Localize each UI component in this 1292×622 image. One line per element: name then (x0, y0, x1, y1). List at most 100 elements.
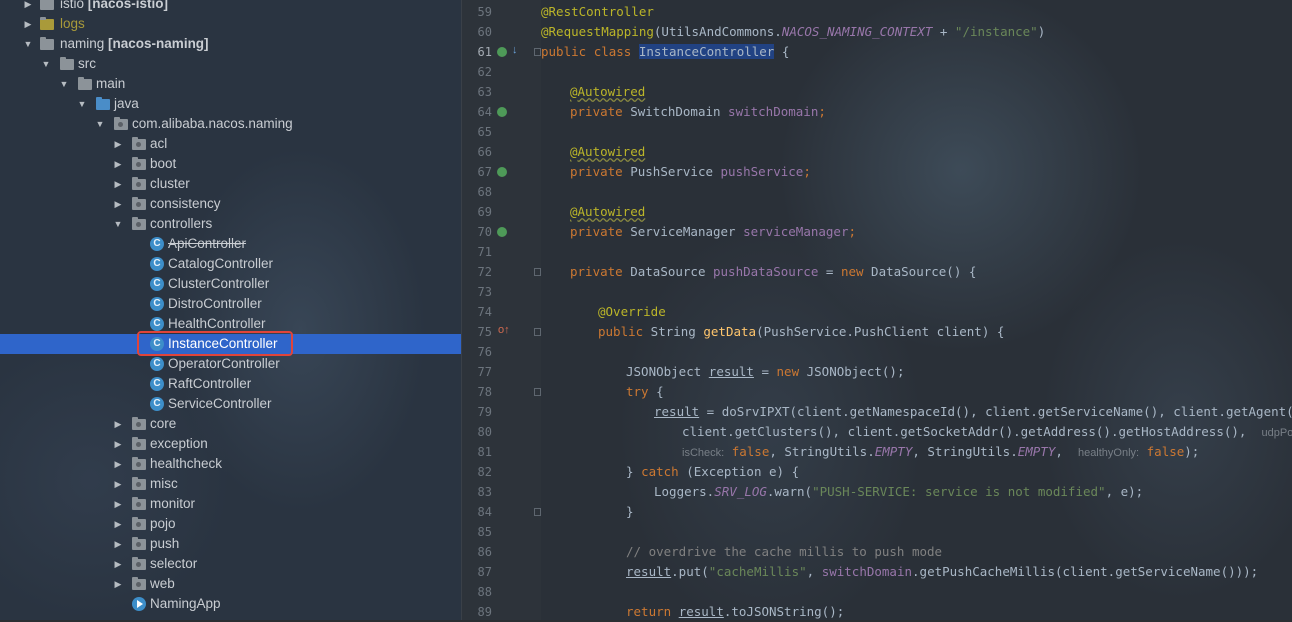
tree-item-src[interactable]: ▼ src (0, 54, 461, 74)
fold-marker-icon[interactable] (534, 328, 541, 336)
tree-item-api-controller[interactable]: C ApiController (0, 234, 461, 254)
code-line-67: private PushService pushService; (570, 162, 811, 182)
code-line-60: @RequestMapping(UtilsAndCommons.NACOS_NA… (541, 22, 1045, 42)
fold-marker-icon[interactable] (534, 508, 541, 516)
expanded-arrow-icon[interactable]: ▼ (22, 34, 34, 54)
expanded-arrow-icon[interactable]: ▼ (76, 94, 88, 114)
module-name: [nacos-istio] (88, 0, 168, 11)
collapsed-arrow-icon[interactable]: ▶ (112, 454, 124, 474)
tree-item-service-controller[interactable]: C ServiceController (0, 394, 461, 414)
package-icon (132, 199, 146, 210)
tree-item-cluster[interactable]: ▶ cluster (0, 174, 461, 194)
code-line-59: @RestController (541, 2, 654, 22)
string-literal: "/instance" (955, 24, 1038, 39)
tree-item-label: DistroController (168, 294, 262, 314)
collapsed-arrow-icon[interactable]: ▶ (112, 494, 124, 514)
class-icon: C (150, 357, 164, 371)
fold-marker-icon[interactable] (534, 48, 541, 56)
collapsed-arrow-icon[interactable]: ▶ (112, 414, 124, 434)
tree-item-operator-controller[interactable]: C OperatorController (0, 354, 461, 374)
tree-item-logs[interactable]: ▶ logs (0, 14, 461, 34)
collapsed-arrow-icon[interactable]: ▶ (112, 134, 124, 154)
fold-marker-icon[interactable] (534, 268, 541, 276)
tree-item-main[interactable]: ▼ main (0, 74, 461, 94)
tree-item-java[interactable]: ▼ java (0, 94, 461, 114)
code-editor[interactable]: @RestController @RequestMapping(UtilsAnd… (541, 0, 1292, 620)
expanded-arrow-icon[interactable]: ▼ (40, 54, 52, 74)
tree-item-misc[interactable]: ▶ misc (0, 474, 461, 494)
line-number: 87 (462, 562, 492, 582)
tree-item-push[interactable]: ▶ push (0, 534, 461, 554)
collapsed-arrow-icon[interactable]: ▶ (22, 0, 34, 14)
autowired-bean-icon[interactable] (497, 167, 507, 177)
line-number: 86 (462, 542, 492, 562)
keyword: new (777, 364, 800, 379)
class-icon: C (150, 297, 164, 311)
collapsed-arrow-icon[interactable]: ▶ (112, 514, 124, 534)
code-line-75: public String getData(PushService.PushCl… (598, 322, 1004, 342)
tree-item-naming-app[interactable]: NamingApp (0, 594, 461, 614)
code-line-69: @Autowired (570, 202, 645, 222)
expanded-arrow-icon[interactable]: ▼ (58, 74, 70, 94)
tree-item-core[interactable]: ▶ core (0, 414, 461, 434)
variable: result (679, 604, 724, 619)
expanded-arrow-icon[interactable]: ▼ (112, 214, 124, 234)
collapsed-arrow-icon[interactable]: ▶ (112, 534, 124, 554)
line-number: 81 (462, 442, 492, 462)
line-number: 76 (462, 342, 492, 362)
highlight-annotation-box (137, 331, 293, 356)
tree-item-package-naming[interactable]: ▼ com.alibaba.nacos.naming (0, 114, 461, 134)
tree-item-healthcheck[interactable]: ▶ healthcheck (0, 454, 461, 474)
code-token: } (626, 504, 634, 519)
tree-item-raft-controller[interactable]: C RaftController (0, 374, 461, 394)
collapsed-arrow-icon[interactable]: ▶ (112, 474, 124, 494)
implemented-marker-icon[interactable]: ↓ (512, 44, 518, 56)
tree-item-catalog-controller[interactable]: C CatalogController (0, 254, 461, 274)
tree-item-label: NamingApp (150, 594, 221, 614)
fold-marker-icon[interactable] (534, 388, 541, 396)
tree-item-consistency[interactable]: ▶ consistency (0, 194, 461, 214)
keyword: new (841, 264, 864, 279)
line-number: 74 (462, 302, 492, 322)
spring-bean-icon[interactable] (497, 47, 507, 57)
tree-item-naming[interactable]: ▼ naming [nacos-naming] (0, 34, 461, 54)
line-number: 80 (462, 422, 492, 442)
tree-item-label: RaftController (168, 374, 251, 394)
autowired-bean-icon[interactable] (497, 107, 507, 117)
collapsed-arrow-icon[interactable]: ▶ (112, 434, 124, 454)
line-number: 69 (462, 202, 492, 222)
tree-item-controllers[interactable]: ▼ controllers (0, 214, 461, 234)
tree-item-label: src (78, 54, 96, 74)
keyword: false (1147, 444, 1185, 459)
tree-item-distro-controller[interactable]: C DistroController (0, 294, 461, 314)
tree-item-cluster-controller[interactable]: C ClusterController (0, 274, 461, 294)
tree-item-boot[interactable]: ▶ boot (0, 154, 461, 174)
collapsed-arrow-icon[interactable]: ▶ (112, 574, 124, 594)
tree-item-label: java (114, 94, 139, 114)
collapsed-arrow-icon[interactable]: ▶ (112, 194, 124, 214)
collapsed-arrow-icon[interactable]: ▶ (112, 174, 124, 194)
autowired-bean-icon[interactable] (497, 227, 507, 237)
annotation: @RestController (541, 4, 654, 19)
code-token: = (754, 364, 777, 379)
tree-item-acl[interactable]: ▶ acl (0, 134, 461, 154)
tree-item-istio[interactable]: ▶ istio [nacos-istio] (0, 0, 461, 14)
override-marker-icon[interactable]: o↑ (498, 324, 510, 336)
string-literal: "PUSH-SERVICE: service is not modified" (812, 484, 1106, 499)
tree-item-monitor[interactable]: ▶ monitor (0, 494, 461, 514)
collapsed-arrow-icon[interactable]: ▶ (112, 554, 124, 574)
collapsed-arrow-icon[interactable]: ▶ (22, 14, 34, 34)
collapsed-arrow-icon[interactable]: ▶ (112, 154, 124, 174)
line-number: 71 (462, 242, 492, 262)
class-icon: C (150, 397, 164, 411)
tree-item-pojo[interactable]: ▶ pojo (0, 514, 461, 534)
annotation: @Autowired (570, 84, 645, 99)
tree-item-selector[interactable]: ▶ selector (0, 554, 461, 574)
tree-item-web[interactable]: ▶ web (0, 574, 461, 594)
line-number: 64 (462, 102, 492, 122)
expanded-arrow-icon[interactable]: ▼ (94, 114, 106, 134)
tree-item-exception[interactable]: ▶ exception (0, 434, 461, 454)
class-icon: C (150, 377, 164, 391)
tree-item-label: ServiceController (168, 394, 272, 414)
package-icon (132, 559, 146, 570)
